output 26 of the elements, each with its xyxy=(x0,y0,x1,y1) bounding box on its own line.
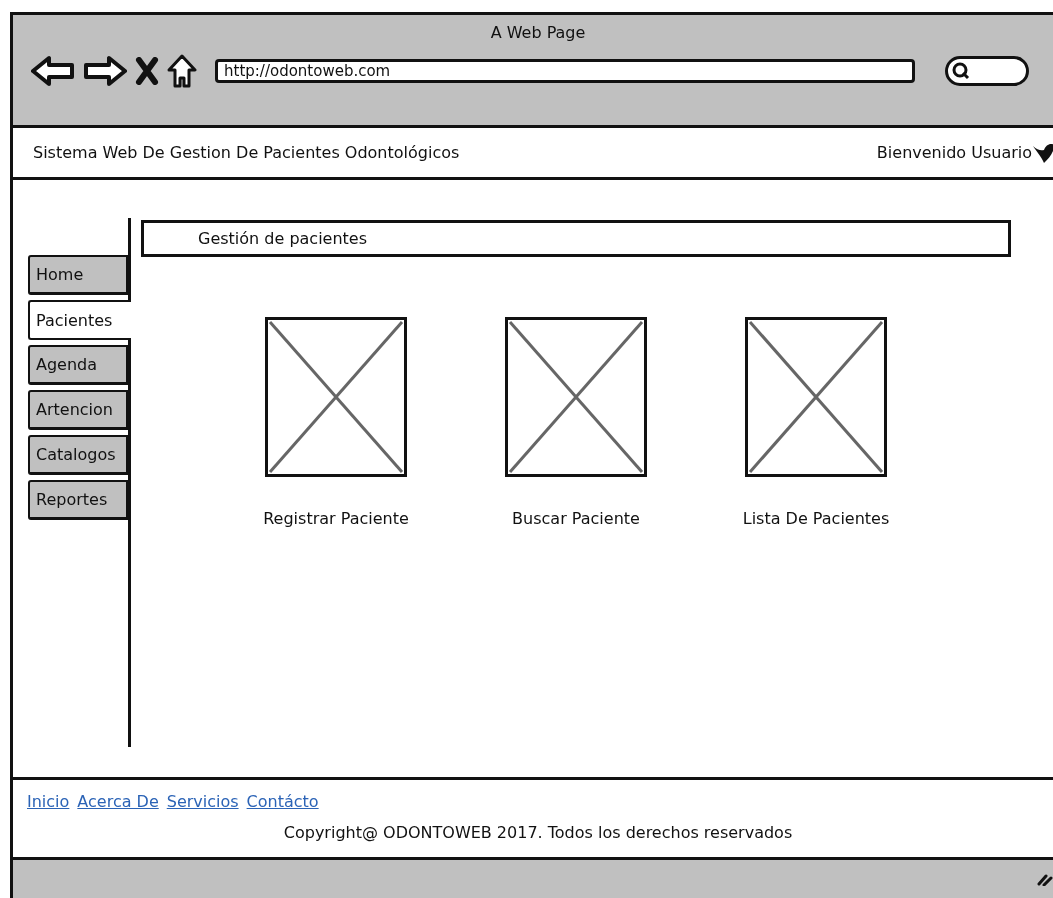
home-icon[interactable] xyxy=(167,54,197,88)
footer-link[interactable]: Servicios xyxy=(166,792,239,811)
section-heading: Gestión de pacientes xyxy=(141,220,1011,257)
footer-link[interactable]: Inicio xyxy=(27,792,70,811)
forward-icon[interactable] xyxy=(83,55,127,87)
card-label: Buscar Paciente xyxy=(512,509,640,528)
site-title: Sistema Web De Gestion De Pacientes Odontológicos xyxy=(33,143,461,162)
bird-icon xyxy=(1032,141,1053,164)
sidebar-tab[interactable]: Reportes xyxy=(28,480,128,520)
close-icon[interactable] xyxy=(135,57,159,85)
copyright-text: Copyright@ ODONTOWEB 2017. Todos los derechos reservados xyxy=(283,823,793,842)
sidebar-tab[interactable]: Artencion xyxy=(28,390,128,430)
sidebar-tab[interactable]: Catalogos xyxy=(28,435,128,475)
footer-link[interactable]: Contácto xyxy=(246,792,319,811)
card-label: Registrar Paciente xyxy=(263,509,409,528)
sidebar-tab[interactable]: Pacientes xyxy=(28,300,131,340)
back-icon[interactable] xyxy=(31,55,75,87)
window-title: A Web Page xyxy=(490,23,586,42)
welcome-text: Bienvenido Usuario xyxy=(876,143,1032,162)
search-icon xyxy=(952,62,970,80)
sidebar-tab[interactable]: Home xyxy=(28,255,128,295)
sidebar-tab[interactable]: Agenda xyxy=(28,345,128,385)
search-field[interactable] xyxy=(945,56,1029,86)
card-label: Lista De Pacientes xyxy=(742,509,890,528)
footer-link[interactable]: Acerca De xyxy=(77,792,159,811)
address-field[interactable]: http://odontoweb.com xyxy=(215,59,915,83)
